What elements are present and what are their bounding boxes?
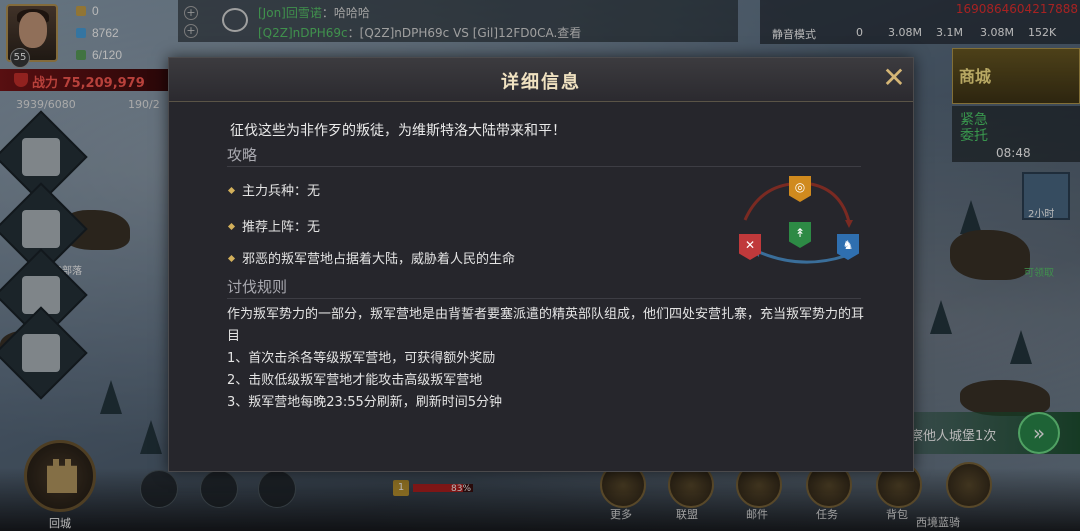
- rules-header: 讨伐规则: [227, 278, 288, 296]
- close-button[interactable]: ✕: [878, 63, 910, 95]
- rules-text: 作为叛军势力的一部分，叛军营地是由背誓者要塞派遣的精英部队组成，他们四处安营扎寨…: [227, 304, 867, 414]
- dialog-intro: 征伐这些为非作歹的叛徒，为维斯特洛大陆带来和平！: [230, 123, 566, 139]
- dialog-header: 详细信息 ✕: [169, 58, 913, 102]
- rules-item: 1、首次击杀各等级叛军营地，可获得额外奖励: [227, 351, 496, 366]
- bullet-diamond-icon: [227, 222, 236, 231]
- strategy-item: 推荐上阵：无: [227, 216, 320, 235]
- rules-paragraph: 作为叛军势力的一部分，叛军营地是由背誓者要塞派遣的精英部队组成，他们四处安营扎寨…: [227, 307, 865, 344]
- troop-counter-cycle: ◎ ✕ ♞ ↟: [729, 170, 869, 270]
- divider: [227, 298, 861, 299]
- divider: [227, 166, 861, 167]
- rules-item: 3、叛军营地每晚23:55分刷新，刷新时间5分钟: [227, 395, 503, 410]
- bullet-diamond-icon: [227, 254, 236, 263]
- dialog-title: 详细信息: [501, 72, 581, 93]
- bullet-diamond-icon: [227, 186, 236, 195]
- detail-dialog: 详细信息 ✕ 征伐这些为非作歹的叛徒，为维斯特洛大陆带来和平！ 攻略 主力兵种：…: [168, 57, 914, 472]
- strategy-item: 主力兵种：无: [227, 180, 320, 199]
- rules-item: 2、击败低级叛军营地才能攻击高级叛军营地: [227, 373, 483, 388]
- strategy-header: 攻略: [227, 146, 258, 164]
- strategy-item: 邪恶的叛军营地占据着大陆，威胁着人民的生命: [227, 248, 515, 267]
